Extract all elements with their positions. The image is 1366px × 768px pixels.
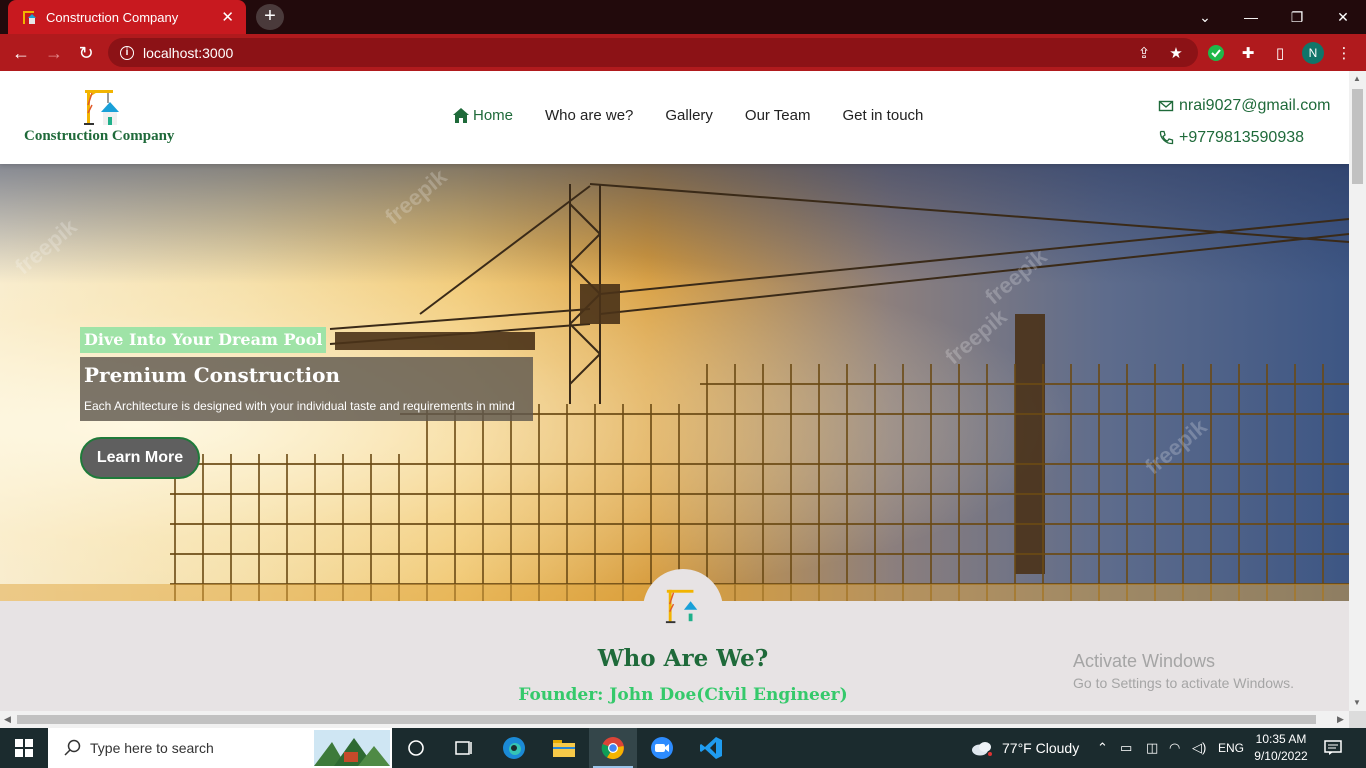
crane-logo-icon (84, 90, 119, 125)
cortana-circle-icon (408, 740, 424, 756)
start-button[interactable] (0, 728, 48, 768)
hero-text-box: Premium Construction Each Architecture i… (80, 357, 533, 421)
tray-overflow-chevron-icon[interactable]: ⌃ (1097, 728, 1108, 768)
nav-item-who-are-we[interactable]: Who are we? (545, 107, 633, 124)
wifi-icon[interactable]: ◠ (1169, 728, 1180, 768)
notifications-icon[interactable] (1324, 728, 1342, 768)
folder-icon (553, 740, 575, 757)
search-icon (64, 739, 81, 756)
new-tab-button[interactable]: + (256, 4, 284, 30)
horizontal-scrollbar[interactable]: ◀ ▶ (0, 711, 1349, 728)
search-highlight-image (314, 730, 390, 766)
taskbar-file-explorer[interactable] (540, 728, 588, 768)
nav-item-get-in-touch[interactable]: Get in touch (843, 107, 924, 124)
main-nav: Home Who are we? Gallery Our Team Get in… (453, 107, 923, 124)
email-link[interactable]: nrai9027@gmail.com (1158, 90, 1330, 122)
contact-info: nrai9027@gmail.com +9779813590938 (1158, 90, 1330, 154)
notification-center-icon (1324, 740, 1342, 755)
vertical-scroll-thumb[interactable] (1352, 89, 1363, 184)
phone-text: +9779813590938 (1179, 129, 1305, 146)
nav-item-our-team[interactable]: Our Team (745, 107, 811, 124)
taskbar-edge[interactable] (490, 728, 538, 768)
weather-widget[interactable]: 77°F Cloudy (970, 728, 1079, 768)
about-logo-badge (643, 569, 723, 649)
browser-toolbar: ← → ↻ i localhost:3000 ⇪ ★ ✚ ▯ N ⋮ (0, 34, 1366, 71)
close-window-button[interactable]: ✕ (1320, 0, 1366, 34)
edge-icon (503, 737, 525, 759)
home-icon (453, 108, 469, 123)
browser-tab[interactable]: Construction Company ✕ (8, 0, 246, 34)
profile-avatar[interactable]: N (1302, 42, 1324, 64)
learn-more-button[interactable]: Learn More (80, 437, 200, 479)
browser-menu-icon[interactable]: ⋮ (1334, 43, 1354, 63)
extensions-puzzle-icon[interactable]: ✚ (1238, 43, 1258, 63)
zoom-icon (651, 737, 673, 759)
nav-label-home: Home (473, 107, 514, 124)
scroll-left-arrow-icon[interactable]: ◀ (4, 714, 11, 725)
system-clock[interactable]: 10:35 AM 9/10/2022 (1238, 731, 1324, 765)
browser-tab-strip: Construction Company ✕ + ⌄ — ❐ ✕ (0, 0, 1366, 34)
scroll-up-arrow-icon[interactable]: ▲ (1353, 74, 1361, 83)
cloud-icon (972, 742, 992, 756)
taskbar-search-box[interactable]: Type here to search (48, 728, 392, 768)
crane-favicon-icon (20, 9, 36, 25)
minimize-button[interactable]: — (1228, 0, 1274, 34)
activate-windows-title: Activate Windows (1073, 651, 1216, 671)
chrome-icon (601, 737, 624, 760)
taskbar-zoom[interactable] (638, 728, 686, 768)
task-view-button[interactable] (392, 728, 440, 768)
site-info-icon[interactable]: i (120, 45, 134, 60)
clock-date: 9/10/2022 (1254, 749, 1308, 763)
hero-tagline: Dive Into Your Dream Pool (80, 327, 327, 353)
tab-close-icon[interactable]: ✕ (221, 8, 234, 26)
windows-taskbar: Type here to search 77°F Cloudy ⌃ ▭ ◫ ◠ … (0, 728, 1366, 768)
site-logo[interactable]: Construction Company (24, 87, 194, 147)
scroll-right-arrow-icon[interactable]: ▶ (1337, 714, 1344, 725)
tab-title: Construction Company (46, 9, 179, 25)
brand-name: Construction Company (24, 128, 175, 144)
vscode-icon (700, 737, 722, 759)
email-text: nrai9027@gmail.com (1179, 97, 1331, 114)
activate-windows-notice: Activate Windows Go to Settings to activ… (1073, 651, 1294, 691)
restore-button[interactable]: ❐ (1274, 0, 1320, 34)
share-icon[interactable]: ⇪ (1134, 43, 1154, 63)
side-panel-icon[interactable]: ▯ (1270, 43, 1290, 63)
volume-icon[interactable]: ◁) (1192, 728, 1206, 768)
battery-icon[interactable]: ▭ (1120, 728, 1132, 768)
taskbar-chrome[interactable] (589, 728, 637, 768)
phone-link[interactable]: +9779813590938 (1158, 122, 1330, 154)
site-header: Construction Company Home Who are we? Ga… (0, 71, 1349, 164)
task-view-icon-button[interactable] (440, 728, 488, 768)
crane-logo-icon (665, 589, 698, 624)
nav-item-home[interactable]: Home (453, 107, 513, 124)
phone-icon (1159, 130, 1174, 145)
network-status-icon[interactable]: ◫ (1146, 728, 1158, 768)
windows-logo-icon (15, 739, 33, 757)
horizontal-scroll-thumb[interactable] (17, 715, 1316, 724)
hero-title: Premium Construction (84, 363, 340, 387)
scrollbar-corner (1349, 711, 1366, 728)
scroll-down-arrow-icon[interactable]: ▼ (1353, 698, 1361, 707)
search-placeholder: Type here to search (90, 740, 214, 756)
tab-search-icon[interactable]: ⌄ (1182, 0, 1228, 34)
extension-check-icon[interactable] (1206, 43, 1226, 63)
task-view-icon (455, 741, 472, 755)
envelope-icon (1158, 100, 1174, 112)
reload-button[interactable]: ↻ (73, 40, 99, 66)
activate-windows-hint: Go to Settings to activate Windows. (1073, 675, 1294, 691)
taskbar-vscode[interactable] (687, 728, 735, 768)
hero-subtitle: Each Architecture is designed with your … (84, 399, 515, 413)
weather-text: 77°F Cloudy (1002, 740, 1080, 756)
nav-item-gallery[interactable]: Gallery (665, 107, 713, 124)
address-bar[interactable]: i localhost:3000 (108, 38, 1198, 67)
forward-button[interactable]: → (41, 40, 67, 66)
url-text: localhost:3000 (143, 44, 234, 61)
page-viewport: Construction Company Home Who are we? Ga… (0, 71, 1349, 711)
bookmark-star-icon[interactable]: ★ (1166, 43, 1186, 63)
vertical-scrollbar[interactable]: ▲ ▼ (1349, 71, 1366, 711)
back-button[interactable]: ← (8, 40, 34, 66)
clock-time: 10:35 AM (1255, 732, 1307, 746)
hero-banner: freepik freepik freepik freepik freepik … (0, 164, 1349, 601)
about-section: Who Are We? Founder: John Doe(Civil Engi… (0, 569, 1349, 711)
